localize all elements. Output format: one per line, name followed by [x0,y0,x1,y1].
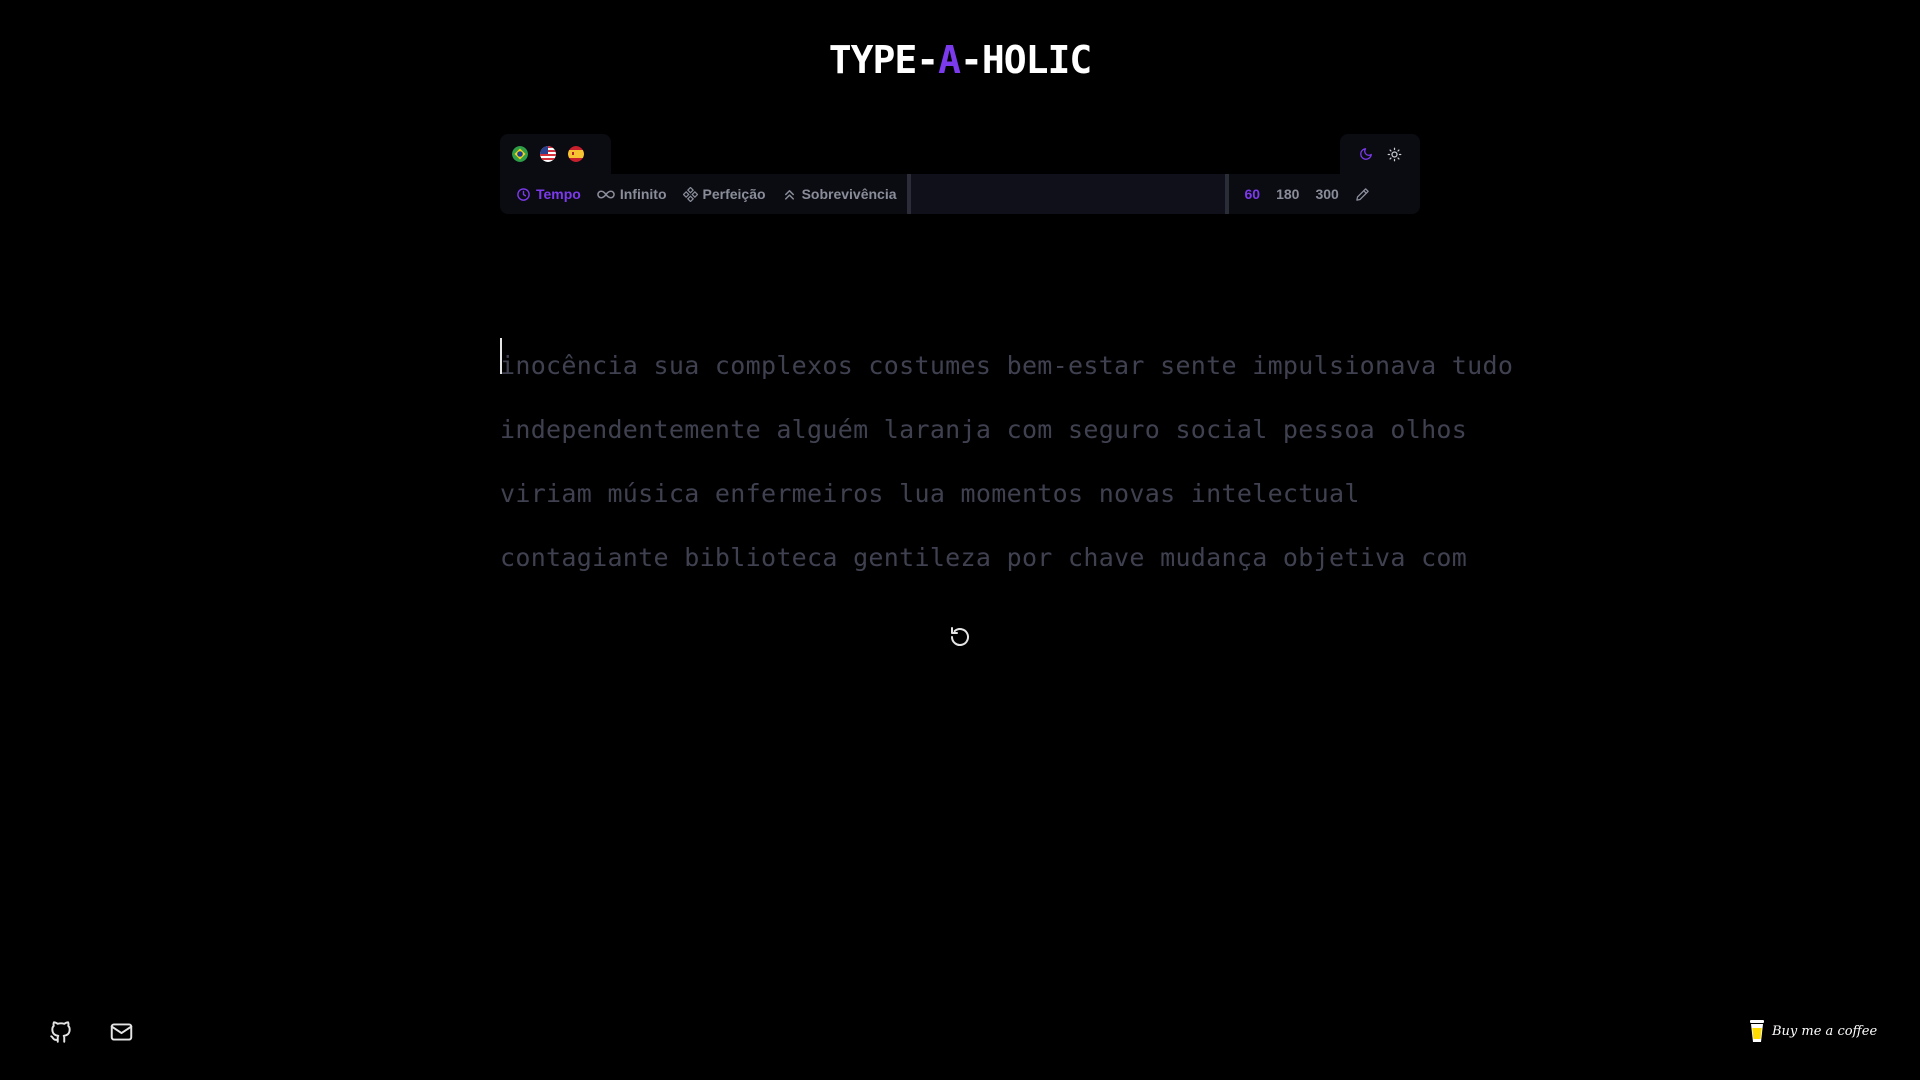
clock-icon [517,187,530,201]
coffee-label: Buy me a coffee [1772,1023,1878,1039]
restart-icon[interactable] [948,625,972,649]
spain-flag-icon[interactable] [568,146,584,162]
page: TYPE-A-HOLIC Tempo Infinito Perfeição So… [0,0,1920,1080]
toolbar-spacer [910,174,1225,214]
word-line: contagiante biblioteca gentileza por cha… [500,543,1468,572]
duration-300[interactable]: 300 [1315,186,1338,202]
word-line: independentemente alguém laranja com seg… [500,415,1468,444]
chevrons-up-icon [784,189,794,200]
mode-list: Tempo Infinito Perfeição Sobrevivência [500,174,897,214]
mode-tempo[interactable]: Tempo [516,186,581,202]
word-line: viriam música enfermeiros lua momentos n… [500,479,1360,508]
app-logo[interactable]: TYPE-A-HOLIC [0,38,1920,82]
coffee-cup-icon [1750,1020,1764,1042]
mode-infinito[interactable]: Infinito [597,186,667,202]
mode-label: Sobrevivência [801,186,897,202]
github-icon[interactable] [48,1019,74,1050]
mode-label: Perfeição [702,186,766,202]
language-selector [500,134,611,174]
logo-suffix: -HOLIC [960,38,1092,82]
mode-label: Infinito [619,186,667,202]
word-line: inocência sua complexos costumes bem-est… [500,351,1514,380]
infinity-icon [597,190,615,198]
buy-me-a-coffee-button[interactable]: Buy me a coffee [1748,1019,1877,1043]
mail-icon[interactable] [108,1019,135,1050]
logo-accent: A [938,38,961,82]
mode-sobrevivencia[interactable]: Sobrevivência [782,186,897,202]
duration-60[interactable]: 60 [1245,186,1261,202]
moon-icon[interactable] [1359,147,1373,161]
mode-label: Tempo [536,186,581,202]
theme-selector [1340,134,1420,174]
duration-180[interactable]: 180 [1276,186,1299,202]
logo-prefix: TYPE- [828,38,939,82]
diamond-icon [682,186,698,202]
brazil-flag-icon[interactable] [512,146,528,162]
mode-perfeicao[interactable]: Perfeição [682,186,766,202]
mode-toolbar: Tempo Infinito Perfeição Sobrevivência 6… [500,174,1420,214]
duration-list: 60 180 300 [1229,174,1370,214]
us-flag-icon[interactable] [540,146,556,162]
pencil-icon[interactable] [1355,187,1370,202]
text-caret [500,338,502,374]
sun-icon[interactable] [1387,147,1402,162]
typing-area[interactable]: inocência sua complexos costumes bem-est… [500,334,1514,590]
